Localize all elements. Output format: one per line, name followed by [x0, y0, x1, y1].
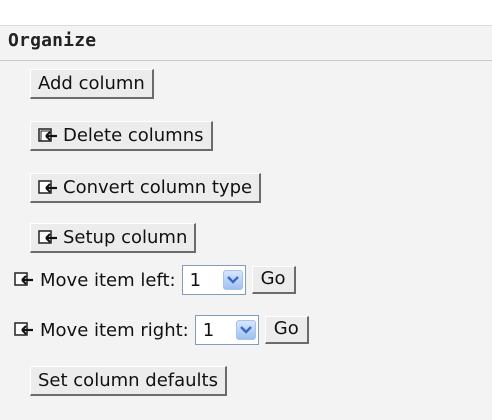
panel-title: Organize: [8, 30, 97, 51]
convert-column-type-label: Convert column type: [63, 177, 253, 198]
add-column-label: Add column: [38, 73, 145, 94]
move-item-left-row: Move item left: 1 Go: [14, 264, 296, 296]
set-column-defaults-label: Set column defaults: [38, 370, 218, 391]
move-arrow-icon: [38, 229, 58, 246]
move-item-right-go-button[interactable]: Go: [264, 316, 309, 344]
add-column-button[interactable]: Add column: [30, 69, 154, 99]
move-item-left-label: Move item left:: [40, 269, 176, 291]
set-column-defaults-button[interactable]: Set column defaults: [30, 366, 227, 396]
chevron-down-icon[interactable]: [235, 320, 256, 340]
move-arrow-icon: [38, 127, 58, 144]
move-item-left-value: 1: [189, 269, 202, 291]
delete-columns-button[interactable]: Delete columns: [30, 121, 213, 151]
panel-body: Add column Delete columns Convert column…: [0, 61, 492, 420]
move-item-left-select[interactable]: 1: [181, 265, 246, 295]
move-arrow-icon: [14, 272, 34, 288]
panel-header: Organize: [0, 26, 492, 61]
move-arrow-icon: [38, 179, 58, 196]
move-arrow-icon: [14, 322, 34, 338]
chevron-down-icon[interactable]: [222, 270, 243, 290]
move-item-right-row: Move item right: 1 Go: [14, 314, 309, 346]
move-item-right-value: 1: [202, 319, 215, 341]
move-item-right-label: Move item right:: [40, 319, 189, 341]
setup-column-label: Setup column: [63, 227, 188, 248]
move-item-right-select[interactable]: 1: [194, 315, 259, 345]
organize-window: Organize Add column Delete columns Conve…: [0, 0, 492, 420]
setup-column-button[interactable]: Setup column: [30, 223, 197, 253]
move-item-left-go-button[interactable]: Go: [251, 266, 296, 294]
organize-panel: Organize Add column Delete columns Conve…: [0, 25, 492, 420]
delete-columns-label: Delete columns: [63, 125, 204, 146]
convert-column-type-button[interactable]: Convert column type: [30, 173, 262, 203]
top-strip: [0, 0, 492, 24]
